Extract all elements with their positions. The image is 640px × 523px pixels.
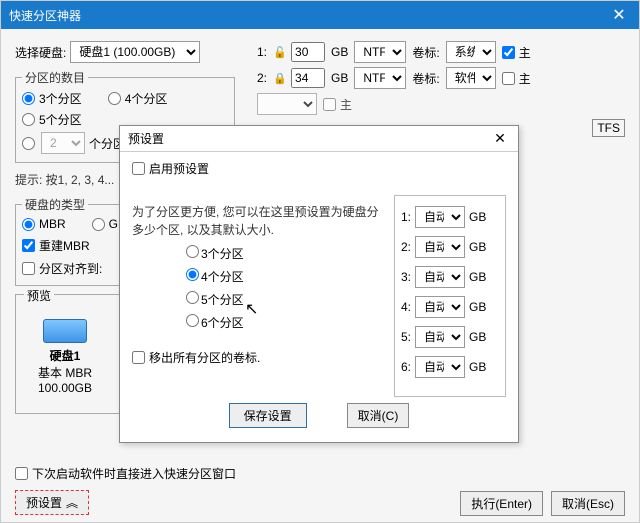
part1-vol-label: 卷标:: [412, 44, 439, 61]
partition-row-3: 主: [257, 93, 625, 115]
part2-size-input[interactable]: [291, 68, 325, 88]
preview-legend: 预览: [24, 287, 54, 304]
auto-enter-checkbox[interactable]: 下次启动软件时直接进入快速分区窗口: [15, 465, 236, 482]
partition-row-2: 2: 🔒 GB NTFS 卷标: 软件 主: [257, 67, 625, 89]
radio-4-parts[interactable]: 4个分区: [108, 90, 168, 107]
dlg-size-4[interactable]: 自动: [415, 296, 465, 318]
dialog-size-panel: 1:自动GB 2:自动GB 3:自动GB 4:自动GB 5:自动GB 6:自动G…: [394, 195, 506, 397]
dlg-size-1[interactable]: 自动: [415, 206, 465, 228]
part3-extra-select[interactable]: [257, 93, 317, 115]
part2-index: 2:: [257, 71, 267, 85]
main-window: 快速分区神器 ✕ 选择硬盘: 硬盘1 (100.00GB) 分区的数目 3个分区…: [0, 0, 640, 523]
enable-preset-checkbox[interactable]: 启用预设置: [132, 160, 506, 177]
dialog-titlebar: 预设置 ✕: [120, 126, 518, 152]
partition-count-legend: 分区的数目: [22, 69, 88, 86]
close-icon[interactable]: ✕: [599, 1, 639, 29]
dlg-radio-5[interactable]: 5个分区: [186, 291, 380, 308]
checkbox-align[interactable]: 分区对齐到:: [22, 260, 102, 277]
execute-button[interactable]: 执行(Enter): [460, 491, 543, 516]
disk-card: 硬盘1 基本 MBR 100.00GB: [26, 319, 104, 395]
disk-sub1: 基本 MBR: [26, 364, 104, 381]
part1-gb: GB: [331, 45, 348, 59]
radio-3-parts[interactable]: 3个分区: [22, 90, 82, 107]
dialog-title: 预设置: [128, 130, 490, 147]
lock-closed-icon[interactable]: 🔒: [273, 72, 285, 85]
right-column: 1: 🔓 GB NTFS 卷标: 系统 主 2: 🔒 GB NTFS 卷标: 软…: [257, 41, 625, 135]
radio-custom-parts[interactable]: [22, 137, 37, 150]
part2-gb: GB: [331, 71, 348, 85]
titlebar: 快速分区神器 ✕: [1, 1, 639, 29]
part3-primary-check[interactable]: 主: [323, 96, 352, 113]
disk-sub2: 100.00GB: [26, 381, 104, 395]
dialog-note: 为了分区更方便, 您可以在这里预设置为硬盘分多少个区, 以及其默认大小.: [132, 203, 380, 239]
chevron-up-icon: ︽: [66, 494, 78, 511]
cancel-button[interactable]: 取消(Esc): [551, 491, 625, 516]
clear-volume-checkbox[interactable]: 移出所有分区的卷标.: [132, 349, 380, 366]
part1-fs-select[interactable]: NTFS: [354, 41, 406, 63]
preset-dialog: 预设置 ✕ 启用预设置 为了分区更方便, 您可以在这里预设置为硬盘分多少个区, …: [119, 125, 519, 443]
dialog-buttons: 保存设置 取消(C): [120, 403, 518, 428]
disk-name: 硬盘1: [26, 347, 104, 364]
part1-primary-check[interactable]: 主: [502, 44, 531, 61]
part1-vol-select[interactable]: 系统: [446, 41, 496, 63]
disk-select-label: 选择硬盘:: [15, 44, 66, 61]
dialog-body: 为了分区更方便, 您可以在这里预设置为硬盘分多少个区, 以及其默认大小. 3个分…: [120, 185, 518, 407]
dialog-close-icon[interactable]: ✕: [490, 130, 510, 147]
tfs-tag: TFS: [592, 119, 625, 137]
partition-row-1: 1: 🔓 GB NTFS 卷标: 系统 主: [257, 41, 625, 63]
lock-open-icon[interactable]: 🔓: [273, 46, 285, 59]
part1-size-input[interactable]: [291, 42, 325, 62]
content-area: 选择硬盘: 硬盘1 (100.00GB) 分区的数目 3个分区 4个分区 5个分…: [1, 29, 639, 522]
radio-mbr[interactable]: MBR: [22, 217, 66, 231]
radio-5-parts[interactable]: 5个分区: [22, 111, 82, 128]
dlg-radio-3[interactable]: 3个分区: [186, 245, 380, 262]
dlg-size-5[interactable]: 自动: [415, 326, 465, 348]
window-title: 快速分区神器: [9, 7, 599, 24]
part2-fs-select[interactable]: NTFS: [354, 67, 406, 89]
dialog-radio-group: 3个分区 4个分区 5个分区 6个分区: [186, 245, 380, 331]
disk-type-legend: 硬盘的类型: [22, 196, 88, 213]
checkbox-rebuild-mbr[interactable]: 重建MBR: [22, 237, 90, 254]
part1-index: 1:: [257, 45, 267, 59]
part2-vol-label: 卷标:: [412, 70, 439, 87]
bottom-bar: 下次启动软件时直接进入快速分区窗口 预设置 ︽ 执行(Enter) 取消(Esc…: [15, 465, 625, 516]
dlg-size-6[interactable]: 自动: [415, 356, 465, 378]
dialog-save-button[interactable]: 保存设置: [229, 403, 307, 428]
dlg-size-2[interactable]: 自动: [415, 236, 465, 258]
dlg-radio-4[interactable]: 4个分区: [186, 268, 380, 285]
part2-primary-check[interactable]: 主: [502, 70, 531, 87]
disk-select[interactable]: 硬盘1 (100.00GB): [70, 41, 200, 63]
preset-button[interactable]: 预设置 ︽: [15, 490, 89, 515]
custom-count-select[interactable]: 2: [41, 132, 85, 154]
disk-icon: [43, 319, 87, 343]
dialog-cancel-button[interactable]: 取消(C): [347, 403, 410, 428]
dlg-size-3[interactable]: 自动: [415, 266, 465, 288]
dlg-radio-6[interactable]: 6个分区: [186, 314, 380, 331]
part2-vol-select[interactable]: 软件: [446, 67, 496, 89]
